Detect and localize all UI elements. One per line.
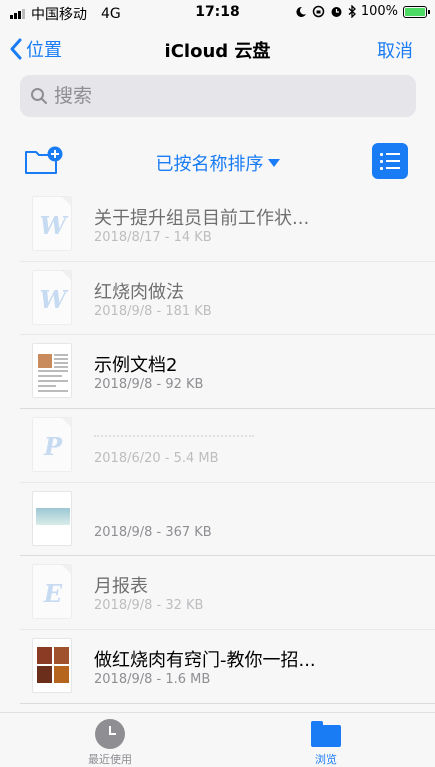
file-row[interactable]: P 2018/6/20 - 5.4 MB	[0, 409, 435, 483]
file-name: 关于提升组员目前工作状...	[94, 208, 310, 229]
file-meta: 2018/8/17 - 14 KB	[94, 230, 212, 245]
file-name-placeholder	[94, 435, 254, 439]
file-meta: 2018/9/8 - 32 KB	[94, 598, 204, 614]
status-bar: 中国移动 4G 17:18 100%	[0, 0, 435, 26]
clock-icon	[95, 719, 125, 749]
document-thumbnail	[32, 343, 72, 399]
tab-recent[interactable]: 最近使用	[70, 719, 150, 767]
search-input[interactable]	[54, 85, 374, 107]
search-bar[interactable]	[20, 75, 416, 117]
sort-button[interactable]: 已按名称排序	[156, 150, 280, 176]
file-name: 月报表	[94, 576, 148, 598]
file-name: 示例文档2	[94, 355, 178, 377]
back-label: 位置	[26, 40, 62, 61]
bluetooth-icon	[348, 5, 356, 18]
excel-file-icon: E	[32, 564, 72, 620]
chevron-left-icon	[10, 38, 22, 60]
file-row[interactable]: W 关于提升组员目前工作状... 2018/8/17 - 14 KB	[0, 188, 435, 262]
file-name: 做红烧肉有窍门-教你一招...	[94, 650, 316, 672]
file-row[interactable]: E 月报表 2018/9/8 - 32 KB	[0, 556, 435, 630]
file-meta: 2018/9/8 - 1.6 MB	[94, 672, 211, 688]
sort-label: 已按名称排序	[155, 154, 264, 175]
file-meta: 2018/9/8 - 367 KB	[94, 524, 212, 540]
rotation-lock-icon	[312, 5, 325, 18]
list-view-button[interactable]	[372, 143, 408, 179]
cancel-button[interactable]: 取消	[377, 37, 413, 63]
tab-browse[interactable]: 浏览	[286, 719, 366, 767]
file-meta: 2018/6/20 - 5.4 MB	[94, 451, 219, 467]
file-row[interactable]: 2018/9/8 - 367 KB	[0, 483, 435, 557]
file-row[interactable]: 示例文档2 2018/9/8 - 92 KB	[0, 335, 435, 409]
word-file-icon: W	[32, 269, 72, 325]
folder-icon	[311, 721, 341, 747]
caret-down-icon	[267, 159, 280, 167]
file-row[interactable]: 做红烧肉有窍门-教你一招... 2018/9/8 - 1.6 MB	[0, 630, 435, 704]
page-title: iCloud 云盘	[164, 41, 271, 62]
powerpoint-file-icon: P	[32, 417, 72, 473]
file-meta: 2018/9/8 - 92 KB	[94, 377, 204, 393]
file-list: W 关于提升组员目前工作状... 2018/8/17 - 14 KB W 红烧肉…	[0, 188, 435, 704]
back-button[interactable]: 位置	[10, 36, 62, 62]
photo-document-thumbnail	[32, 638, 72, 694]
word-file-icon: W	[32, 196, 72, 251]
tab-bar: 最近使用 浏览	[0, 712, 435, 767]
battery-percent: 100%	[360, 4, 398, 19]
alarm-icon	[331, 7, 342, 17]
tab-recent-label: 最近使用	[88, 753, 132, 766]
toolbar: 已按名称排序	[0, 140, 435, 184]
image-document-thumbnail	[32, 490, 72, 546]
battery-icon	[403, 5, 430, 18]
moon-icon	[296, 6, 306, 17]
file-name: 红烧肉做法	[94, 281, 184, 303]
nav-bar: 位置 iCloud 云盘 取消	[0, 26, 435, 72]
file-row[interactable]: W 红烧肉做法 2018/9/8 - 181 KB	[0, 262, 435, 336]
file-meta: 2018/9/8 - 181 KB	[94, 303, 212, 319]
tab-browse-label: 浏览	[315, 753, 337, 766]
list-icon	[380, 152, 400, 156]
search-icon	[31, 88, 47, 104]
